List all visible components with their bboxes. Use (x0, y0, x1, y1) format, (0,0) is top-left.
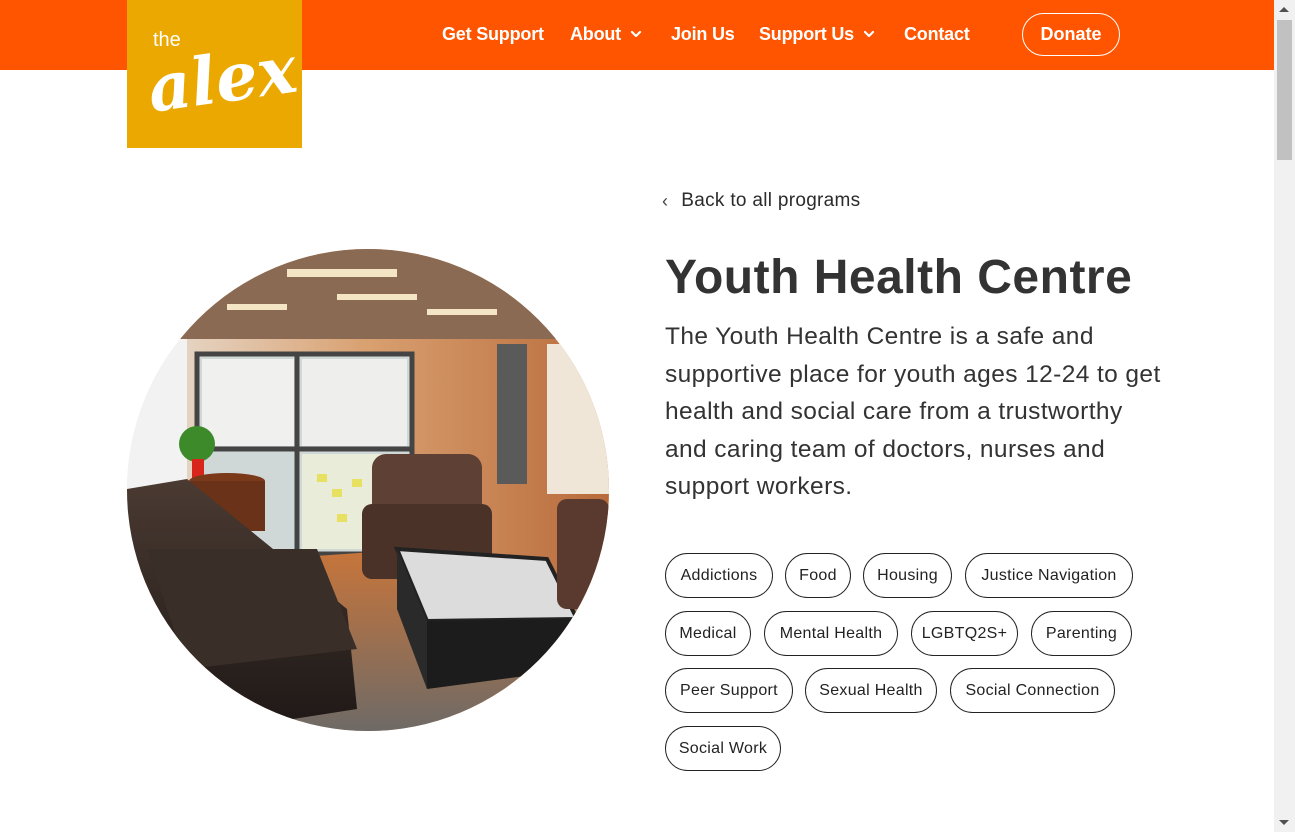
tag-food[interactable]: Food (785, 553, 851, 598)
program-description: The Youth Health Centre is a safe and su… (665, 323, 1161, 500)
donate-button[interactable]: Donate (1022, 13, 1120, 56)
chevron-left-icon: ‹ (662, 190, 669, 211)
tag-justice-navigation[interactable]: Justice Navigation (965, 553, 1133, 598)
tag-lgbtq2s[interactable]: LGBTQ2S+ (911, 611, 1018, 656)
nav-label: Support Us (759, 23, 854, 44)
nav-item-get-support[interactable]: Get Support (442, 22, 544, 46)
nav-label: Join Us (671, 23, 735, 44)
scroll-down-icon[interactable] (1279, 820, 1289, 825)
back-to-programs-link[interactable]: ‹ Back to all programs (662, 190, 860, 212)
tag-mental-health[interactable]: Mental Health (764, 611, 898, 656)
program-photo (127, 249, 609, 731)
lounge-illustration (127, 249, 609, 731)
tag-addictions[interactable]: Addictions (665, 553, 773, 598)
nav-label: Get Support (442, 23, 544, 44)
nav-item-contact[interactable]: Contact (904, 22, 970, 46)
nav-item-join-us[interactable]: Join Us (671, 22, 735, 46)
tag-peer-support[interactable]: Peer Support (665, 668, 793, 713)
nav-label: Contact (904, 23, 970, 44)
scrollbar[interactable] (1274, 0, 1295, 832)
tag-housing[interactable]: Housing (863, 553, 952, 598)
tag-social-connection[interactable]: Social Connection (950, 668, 1115, 713)
site-logo[interactable]: the alex. (127, 0, 302, 148)
nav-label: About (570, 23, 621, 44)
tag-parenting[interactable]: Parenting (1031, 611, 1132, 656)
scroll-up-icon[interactable] (1279, 7, 1289, 12)
scrollbar-thumb[interactable] (1277, 20, 1292, 160)
tag-social-work[interactable]: Social Work (665, 726, 781, 771)
donate-label: Donate (1040, 24, 1102, 44)
page-title: Youth Health Centre (665, 251, 1133, 304)
tag-sexual-health[interactable]: Sexual Health (805, 668, 937, 713)
chevron-down-icon (630, 30, 642, 38)
nav-item-about[interactable]: About (570, 22, 642, 46)
back-link-label: Back to all programs (681, 190, 861, 211)
chevron-down-icon (863, 30, 875, 38)
nav-item-support-us[interactable]: Support Us (759, 22, 875, 46)
tag-medical[interactable]: Medical (665, 611, 751, 656)
logo-mark: the alex. (143, 27, 302, 128)
